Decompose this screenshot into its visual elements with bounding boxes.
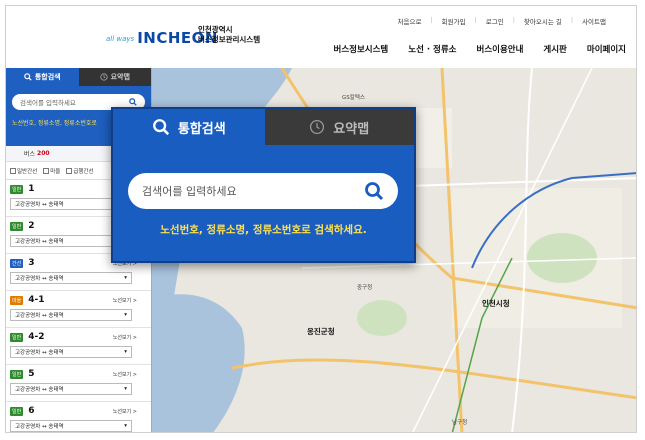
- route-number[interactable]: 1: [28, 184, 34, 194]
- map-label-nam-gu: 남구청: [452, 420, 468, 426]
- map-label-gs: GS칼텍스: [342, 95, 365, 101]
- overlay-tab-integrated-search[interactable]: 통합검색: [113, 109, 265, 145]
- util-link-sitemap[interactable]: 사이트맵: [582, 16, 606, 26]
- route-number[interactable]: 5: [28, 369, 34, 379]
- route-type-badge: 일반: [10, 406, 24, 416]
- overlay-search-placeholder: 검색어를 입력하세요: [142, 185, 237, 198]
- utility-links: 처음으로 | 회원가입 | 로그인 | 찾아오시는 길 | 사이트맵: [397, 16, 606, 26]
- tab-summary-map-label: 요약맵: [110, 73, 130, 81]
- route-number[interactable]: 6: [28, 406, 34, 416]
- logo-tagline: all ways: [106, 35, 135, 43]
- route-type-badge: 일반: [10, 184, 24, 194]
- route-number[interactable]: 3: [28, 258, 34, 268]
- result-count-value: 200: [37, 150, 50, 157]
- route-direction-select[interactable]: 고강공영차 ↔ 송태역 ▾: [10, 272, 132, 284]
- route-number[interactable]: 4-1: [28, 295, 44, 305]
- route-type-badge: 일반: [10, 221, 24, 231]
- route-detail-link[interactable]: 노선보기 >: [113, 371, 137, 378]
- nav-route-stop[interactable]: 노선 · 정류소: [408, 43, 456, 55]
- road: [231, 358, 636, 400]
- nav-bus-guide[interactable]: 버스이용안내: [477, 43, 524, 55]
- route-row[interactable]: 마을 4-1 노선보기 > 고강공영차 ↔ 송태역 ▾: [6, 291, 151, 328]
- route-detail-link[interactable]: 노선보기 >: [113, 297, 137, 304]
- nav-mypage[interactable]: 마이페이지: [587, 43, 626, 55]
- chevron-down-icon: ▾: [124, 423, 127, 429]
- chevron-down-icon: ▾: [124, 386, 127, 392]
- route-row[interactable]: 일반 6 노선보기 > 고강공영차 ↔ 송태역 ▾: [6, 402, 151, 432]
- filter-express[interactable]: 급행간선: [66, 167, 94, 175]
- route-row[interactable]: 일반 5 노선보기 > 고강공영차 ↔ 송태역 ▾: [6, 365, 151, 402]
- chevron-down-icon: ▾: [124, 312, 127, 318]
- clock-icon: [310, 119, 325, 135]
- route-detail-link[interactable]: 노선보기 >: [113, 334, 137, 341]
- route-direction-value: 고강공영차 ↔ 송태역: [15, 350, 64, 356]
- search-icon: [152, 119, 169, 136]
- route-direction-value: 고강공영차 ↔ 송태역: [15, 313, 64, 319]
- chevron-down-icon: ▾: [124, 275, 127, 281]
- logo-sub-line2: 버스정보관리시스템: [198, 35, 261, 44]
- checkbox-icon: [66, 167, 73, 174]
- park-area: [357, 300, 407, 336]
- clock-icon: [99, 73, 108, 81]
- overlay-tab-search-label: 통합검색: [177, 121, 226, 137]
- route-direction-value: 고강공영차 ↔ 송태역: [15, 387, 64, 393]
- header: all ways INCHEON 인천광역시 버스정보관리시스템 처음으로 | …: [6, 6, 636, 68]
- route-direction-select[interactable]: 고강공영차 ↔ 송태역 ▾: [10, 309, 132, 321]
- util-link-directions[interactable]: 찾아오시는 길: [524, 16, 562, 26]
- tab-integrated-search-label: 통합검색: [34, 73, 61, 81]
- chevron-down-icon: ▾: [124, 349, 127, 355]
- main-nav: 버스정보시스템 노선 · 정류소 버스이용안내 게시판 마이페이지: [334, 43, 627, 55]
- route-detail-link[interactable]: 노선보기 >: [113, 408, 137, 415]
- logo-sub-line1: 인천광역시: [198, 25, 233, 34]
- route-type-badge: 일반: [10, 332, 24, 342]
- overlay-tab-map-label: 요약맵: [333, 121, 370, 137]
- route-direction-select[interactable]: 고강공영차 ↔ 송태역 ▾: [10, 420, 132, 432]
- route-direction-value: 고강공영차 ↔ 송태역: [15, 276, 64, 282]
- logo-subtitle: 인천광역시 버스정보관리시스템: [198, 25, 260, 45]
- sea-area-south: [152, 294, 245, 432]
- search-icon: [24, 73, 32, 81]
- route-direction-value: 고강공영차 ↔ 송태역: [15, 202, 64, 208]
- util-link-home[interactable]: 처음으로: [398, 16, 422, 26]
- map-label-jung-gu: 중구청: [357, 285, 373, 291]
- park-area: [527, 233, 597, 283]
- tab-integrated-search[interactable]: 통합검색: [6, 68, 79, 86]
- search-icon[interactable]: [129, 98, 137, 106]
- checkbox-icon: [10, 167, 16, 174]
- app-frame: all ways INCHEON 인천광역시 버스정보관리시스템 처음으로 | …: [5, 5, 637, 433]
- filter-village[interactable]: 마을: [43, 167, 60, 175]
- map-label-ongjin: 옹진군청: [307, 327, 335, 336]
- overlay-tab-summary-map[interactable]: 요약맵: [264, 109, 414, 145]
- checkbox-icon: [43, 167, 50, 174]
- nav-board[interactable]: 게시판: [543, 43, 566, 55]
- route-type-badge: 일반: [10, 369, 24, 379]
- util-link-join[interactable]: 회원가입: [442, 16, 466, 26]
- overlay-tabs: 통합검색 요약맵: [113, 109, 414, 145]
- map-label-city-hall: 인천시청: [482, 299, 510, 308]
- nav-bus-info[interactable]: 버스정보시스템: [334, 43, 389, 55]
- route-type-badge: 간선: [10, 258, 24, 268]
- overlay-search-hint: 노선번호, 정류소명, 정류소번호로 검색하세요.: [160, 224, 367, 236]
- route-direction-value: 고강공영차 ↔ 송태역: [15, 424, 64, 430]
- route-direction-select[interactable]: 고강공영차 ↔ 송태역 ▾: [10, 383, 132, 395]
- route-number[interactable]: 2: [28, 221, 34, 231]
- left-tabs: 통합검색 요약맵: [6, 68, 151, 86]
- filter-general[interactable]: 일반간선: [10, 167, 37, 175]
- route-direction-select[interactable]: 고강공영차 ↔ 송태역 ▾: [10, 346, 132, 358]
- route-row[interactable]: 일반 4-2 노선보기 > 고강공영차 ↔ 송태역 ▾: [6, 328, 151, 365]
- overlay-search-input[interactable]: 검색어를 입력하세요: [128, 173, 398, 209]
- search-icon[interactable]: [364, 181, 384, 201]
- route-number[interactable]: 4-2: [28, 332, 44, 342]
- result-count-label: 버스: [24, 151, 36, 158]
- route-direction-value: 고강공영차 ↔ 송태역: [15, 239, 64, 245]
- zoomed-search-panel: 통합검색 요약맵 검색어를 입력하세요 노선번호, 정류소명, 정류소번호로 검…: [111, 107, 416, 263]
- tab-summary-map[interactable]: 요약맵: [78, 68, 151, 86]
- left-search-placeholder: 검색어를 입력하세요: [20, 99, 76, 107]
- util-link-login[interactable]: 로그인: [486, 16, 504, 26]
- route-type-badge: 마을: [10, 295, 24, 305]
